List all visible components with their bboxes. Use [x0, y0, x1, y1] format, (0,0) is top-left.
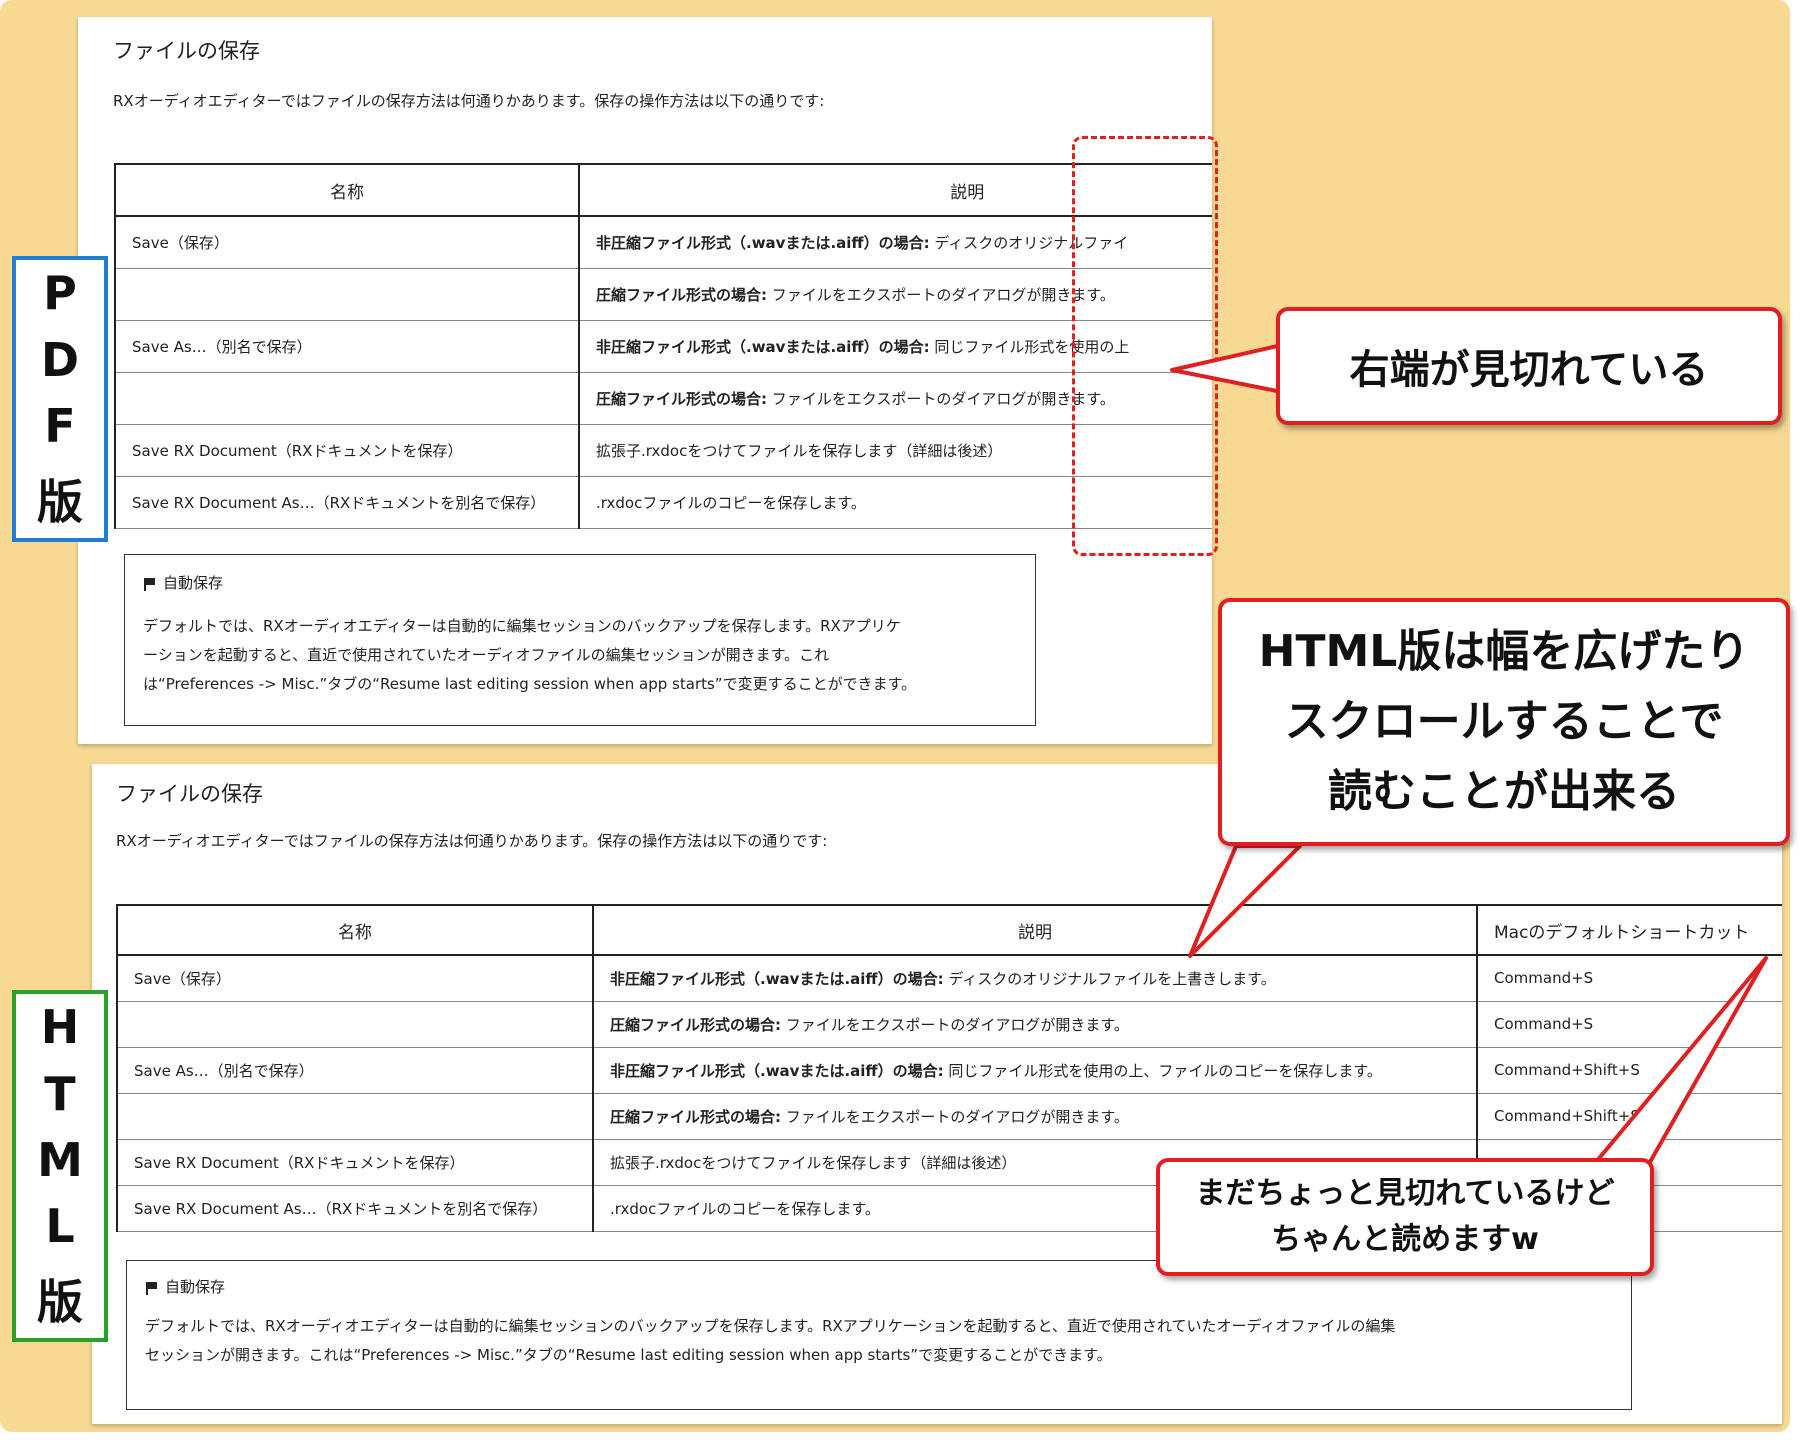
html-intro-text: RXオーディオエディターではファイルの保存方法は何通りかあります。保存の操作方法…: [116, 832, 828, 850]
callout-line: HTML版は幅を広げたり: [1258, 626, 1750, 677]
table-row: Save（保存） 非圧縮ファイル形式（.wavまたは.aiff）の場合: ディスク…: [114, 215, 1212, 269]
cell-name: Save RX Document（RXドキュメントを保存）: [116, 1138, 594, 1186]
description-text: 拡張子.rxdocをつけてファイルを保存します（詳細は後述）: [596, 441, 1003, 460]
cell-name: [114, 371, 580, 425]
flag-icon: [143, 577, 155, 591]
still-cut-callout: まだちょっと見切れているけど ちゃんと読めますw: [1156, 1158, 1654, 1276]
html-autosave-note: 自動保存 デフォルトでは、RXオーディオエディターは自動的に編集セッションのバッ…: [126, 1260, 1632, 1410]
cell-name: [114, 267, 580, 321]
cell-name: Save RX Document As…（RXドキュメントを別名で保存）: [114, 475, 580, 529]
table-row: Save RX Document As…（RXドキュメントを別名で保存） .rxd…: [114, 475, 1212, 529]
note-line: セッションが開きます。これは“Preferences -> Misc.”タブの“…: [145, 1346, 1112, 1364]
cutoff-highlight-box: [1072, 136, 1218, 556]
cell-description: 非圧縮ファイル形式（.wavまたは.aiff）の場合: 同じファイル形式を使用の…: [592, 1046, 1478, 1094]
html-document-panel: ファイルの保存 RXオーディオエディターではファイルの保存方法は何通りかあります…: [92, 764, 1782, 1424]
label-char: M: [37, 1132, 83, 1187]
note-title: 自動保存: [165, 1278, 226, 1296]
callout-text: 右端が見切れている: [1349, 347, 1709, 393]
note-line: デフォルトでは、RXオーディオエディターは自動的に編集セッションのバックアップを…: [143, 617, 901, 635]
description-text: 同じファイル形式を使用の上、ファイルのコピーを保存します。: [943, 1061, 1382, 1080]
cell-name: [116, 1000, 594, 1048]
cell-shortcut: Command+S: [1476, 1000, 1782, 1048]
label-char: F: [44, 399, 76, 454]
description-bold: 非圧縮ファイル形式（.wavまたは.aiff）の場合:: [610, 1061, 944, 1080]
cell-name: Save（保存）: [116, 954, 594, 1002]
cutoff-callout: 右端が見切れている: [1276, 307, 1782, 425]
label-char: 版: [37, 1274, 83, 1329]
description-text: ファイルをエクスポートのダイアログが開きます。: [767, 285, 1115, 304]
label-char: D: [40, 332, 80, 387]
cell-shortcut: Command+S: [1476, 954, 1782, 1002]
pdf-page-title: ファイルの保存: [113, 39, 260, 63]
cell-description: 圧縮ファイル形式の場合: ファイルをエクスポートのダイアログが開きます。: [592, 1092, 1478, 1140]
header-name: 名称: [116, 904, 594, 956]
cell-description: 非圧縮ファイル形式（.wavまたは.aiff）の場合: ディスクのオリジナルファ…: [592, 954, 1478, 1002]
table-row: 圧縮ファイル形式の場合: ファイルをエクスポートのダイアログが開きます。: [114, 371, 1212, 425]
description-text: .rxdocファイルのコピーを保存します。: [610, 1199, 880, 1218]
header-shortcut: Macのデフォルトショートカット: [1476, 904, 1782, 956]
description-bold: 非圧縮ファイル形式（.wavまたは.aiff）の場合:: [610, 969, 944, 988]
description-text: ディスクのオリジナルファイルを上書きします。: [943, 969, 1276, 988]
html-page-title: ファイルの保存: [116, 782, 263, 806]
description-bold: 非圧縮ファイル形式（.wavまたは.aiff）の場合:: [596, 233, 930, 252]
cell-description: 圧縮ファイル形式の場合: ファイルをエクスポートのダイアログが開きます。: [592, 1000, 1478, 1048]
description-text: .rxdocファイルのコピーを保存します。: [596, 493, 866, 512]
pdf-save-table: 名称 説明 Save（保存） 非圧縮ファイル形式（.wavまたは.aiff）の場合…: [114, 163, 1212, 529]
pdf-document-panel: ファイルの保存 RXオーディオエディターではファイルの保存方法は何通りかあります…: [78, 17, 1212, 744]
table-row: 圧縮ファイル形式の場合: ファイルをエクスポートのダイアログが開きます。: [114, 267, 1212, 321]
description-text: 拡張子.rxdocをつけてファイルを保存します（詳細は後述）: [610, 1153, 1017, 1172]
label-char: H: [40, 1000, 80, 1055]
cell-name: [116, 1092, 594, 1140]
table-row: Save As…（別名で保存） 非圧縮ファイル形式（.wavまたは.aiff）の場…: [116, 1046, 1782, 1094]
callout-line: 読むことが出来る: [1327, 766, 1680, 817]
label-char: L: [45, 1199, 75, 1254]
table-header-row: 名称 説明: [114, 163, 1212, 217]
callout-line: スクロールすることで: [1284, 696, 1724, 747]
flag-icon: [145, 1281, 157, 1295]
pdf-intro-text: RXオーディオエディターではファイルの保存方法は何通りかあります。保存の操作方法…: [113, 92, 825, 110]
description-text: ファイルをエクスポートのダイアログが開きます。: [781, 1015, 1129, 1034]
label-char: T: [44, 1066, 76, 1121]
html-scroll-callout: HTML版は幅を広げたり スクロールすることで 読むことが出来る: [1218, 598, 1790, 846]
description-text: ファイルをエクスポートのダイアログが開きます。: [767, 389, 1115, 408]
note-line: ーションを起動すると、直近で使用されていたオーディオファイルの編集セッションが開…: [143, 646, 830, 664]
header-name: 名称: [114, 163, 580, 217]
description-bold: 圧縮ファイル形式の場合:: [610, 1015, 781, 1034]
table-row: Save RX Document（RXドキュメントを保存） 拡張子.rxdocをつ…: [114, 423, 1212, 477]
header-description: 説明: [592, 904, 1478, 956]
table-header-row: 名称 説明 Macのデフォルトショートカット: [116, 904, 1782, 956]
description-bold: 圧縮ファイル形式の場合:: [596, 389, 767, 408]
table-row: 圧縮ファイル形式の場合: ファイルをエクスポートのダイアログが開きます。 Comm…: [116, 1092, 1782, 1140]
note-line: デフォルトでは、RXオーディオエディターは自動的に編集セッションのバックアップを…: [145, 1317, 1396, 1335]
table-row: Save（保存） 非圧縮ファイル形式（.wavまたは.aiff）の場合: ディスク…: [116, 954, 1782, 1002]
table-row: Save As…（別名で保存） 非圧縮ファイル形式（.wavまたは.aiff）の場…: [114, 319, 1212, 373]
label-char: P: [43, 266, 77, 321]
description-bold: 非圧縮ファイル形式（.wavまたは.aiff）の場合:: [596, 337, 930, 356]
callout-line: まだちょっと見切れているけど: [1195, 1176, 1615, 1211]
cell-name: Save As…（別名で保存）: [116, 1046, 594, 1094]
description-text: ファイルをエクスポートのダイアログが開きます。: [781, 1107, 1129, 1126]
cell-name: Save As…（別名で保存）: [114, 319, 580, 373]
note-line: は“Preferences -> Misc.”タブの“Resume last e…: [143, 675, 917, 693]
cell-name: Save（保存）: [114, 215, 580, 269]
cell-shortcut: Command+Shift+S: [1476, 1092, 1782, 1140]
html-version-label: H T M L 版: [12, 990, 108, 1342]
cell-name: Save RX Document As…（RXドキュメントを別名で保存）: [116, 1184, 594, 1232]
label-char: 版: [37, 474, 83, 529]
note-title: 自動保存: [163, 574, 224, 592]
description-bold: 圧縮ファイル形式の場合:: [610, 1107, 781, 1126]
pdf-version-label: P D F 版: [12, 256, 108, 542]
table-row: 圧縮ファイル形式の場合: ファイルをエクスポートのダイアログが開きます。 Comm…: [116, 1000, 1782, 1048]
description-bold: 圧縮ファイル形式の場合:: [596, 285, 767, 304]
cell-name: Save RX Document（RXドキュメントを保存）: [114, 423, 580, 477]
pdf-autosave-note: 自動保存 デフォルトでは、RXオーディオエディターは自動的に編集セッションのバッ…: [124, 554, 1036, 726]
callout-line: ちゃんと読めますw: [1271, 1222, 1539, 1257]
cell-shortcut: Command+Shift+S: [1476, 1046, 1782, 1094]
